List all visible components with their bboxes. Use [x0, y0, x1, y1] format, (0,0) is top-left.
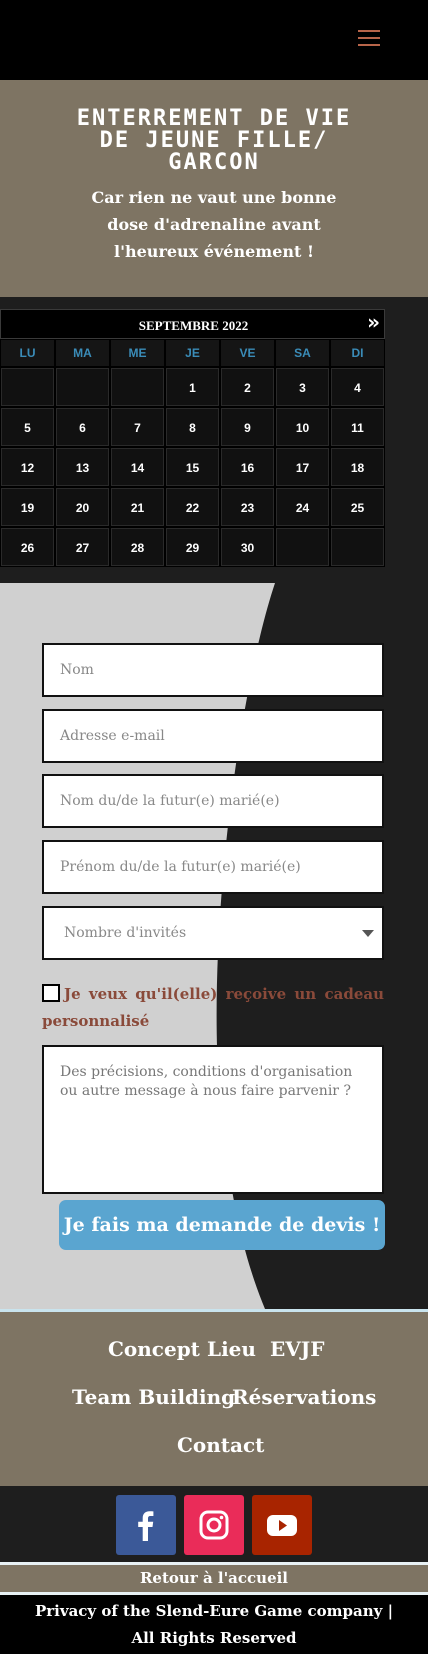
calendar-day[interactable]: 1 [165, 367, 220, 407]
calendar-day[interactable]: 14 [110, 447, 165, 487]
calendar-day[interactable]: 13 [55, 447, 110, 487]
calendar-empty-cell [55, 367, 110, 407]
copyright-line-1: Privacy of the Slend-Eure Game company | [34, 1602, 394, 1620]
calendar-empty-cell [0, 367, 55, 407]
next-month-button[interactable]: » [367, 310, 380, 334]
copyright-footer: Privacy of the Slend-Eure Game company |… [0, 1595, 428, 1654]
footer-nav: Concept Lieu EVJF Team Building Réservat… [0, 1312, 428, 1486]
social-links [0, 1486, 428, 1562]
calendar-day[interactable]: 26 [0, 527, 55, 567]
calendar-day[interactable]: 15 [165, 447, 220, 487]
calendar-day[interactable]: 7 [110, 407, 165, 447]
submit-quote-button[interactable]: Je fais ma demande de devis ! [59, 1200, 385, 1250]
calendar-weekday: ME [110, 339, 165, 367]
calendar-day[interactable]: 11 [330, 407, 385, 447]
calendar-day[interactable]: 17 [275, 447, 330, 487]
back-home-link[interactable]: Retour à l'accueil [0, 1565, 428, 1592]
instagram-button[interactable] [184, 1495, 244, 1555]
calendar-weekday: VE [220, 339, 275, 367]
calendar-day[interactable]: 27 [55, 527, 110, 567]
gift-option: Je veux qu'il(elle) reçoive un cadeau pe… [42, 981, 384, 1035]
facebook-icon [138, 1511, 154, 1541]
calendar-empty-cell [110, 367, 165, 407]
calendar-day[interactable]: 10 [275, 407, 330, 447]
calendar-empty-cell [330, 527, 385, 567]
nav-link-contact[interactable]: Contact [177, 1433, 264, 1457]
calendar-day[interactable]: 6 [55, 407, 110, 447]
hero-banner: Enterrement de vie de jeune fille/ garco… [0, 80, 428, 297]
calendar-weekday: MA [55, 339, 110, 367]
calendar-month-label: SEPTEMBRE 2022 [138, 318, 249, 333]
calendar-day[interactable]: 30 [220, 527, 275, 567]
copyright-line-2: All Rights Reserved [131, 1629, 297, 1647]
calendar-day[interactable]: 9 [220, 407, 275, 447]
calendar-weekday: DI [330, 339, 385, 367]
facebook-button[interactable] [116, 1495, 176, 1555]
calendar-empty-cell [275, 527, 330, 567]
top-header [0, 0, 428, 80]
nav-link-team-building[interactable]: Team Building [72, 1385, 235, 1409]
calendar-day[interactable]: 21 [110, 487, 165, 527]
calendar-day[interactable]: 25 [330, 487, 385, 527]
calendar-weekday: LU [0, 339, 55, 367]
calendar-day[interactable]: 4 [330, 367, 385, 407]
calendar-day[interactable]: 23 [220, 487, 275, 527]
calendar-day[interactable]: 18 [330, 447, 385, 487]
calendar-day[interactable]: 16 [220, 447, 275, 487]
email-input[interactable]: Adresse e-mail [42, 709, 384, 763]
calendar-day[interactable]: 29 [165, 527, 220, 567]
guests-select-value: Nombre d'invités [64, 925, 187, 941]
youtube-icon [267, 1515, 297, 1536]
instagram-icon [199, 1510, 229, 1540]
nav-link-evjf[interactable]: EVJF [270, 1337, 324, 1361]
calendar-day[interactable]: 22 [165, 487, 220, 527]
quote-form-section: Nom Adresse e-mail Nom du/de la futur(e)… [0, 583, 428, 1309]
partner-firstname-input[interactable]: Prénom du/de la futur(e) marié(e) [42, 840, 384, 894]
name-input[interactable]: Nom [42, 643, 384, 697]
gift-checkbox-label: Je veux qu'il(elle) reçoive un cadeau pe… [42, 985, 384, 1030]
hero-subtitle: Car rien ne vaut une bonne dose d'adrena… [91, 188, 337, 261]
calendar-header: SEPTEMBRE 2022 » [0, 309, 385, 339]
hamburger-menu-icon[interactable] [358, 30, 380, 46]
nav-link-reservations[interactable]: Réservations [232, 1385, 376, 1409]
calendar-day[interactable]: 5 [0, 407, 55, 447]
chevron-down-icon [362, 930, 374, 937]
calendar-day[interactable]: 3 [275, 367, 330, 407]
nav-link-lieu[interactable]: Lieu [207, 1337, 256, 1361]
calendar-grid: LU MA ME JE VE SA DI 1 2 3 4 5 6 7 8 9 10 11 12 13 14 15 16 17 1… [0, 339, 385, 567]
page-title: Enterrement de vie de jeune fille/ garco… [76, 106, 352, 175]
calendar-day[interactable]: 12 [0, 447, 55, 487]
guests-select[interactable]: Nombre d'invités [42, 906, 384, 960]
calendar-day[interactable]: 20 [55, 487, 110, 527]
calendar-weekday: JE [165, 339, 220, 367]
message-textarea[interactable]: Des précisions, conditions d'organisatio… [42, 1045, 384, 1194]
calendar-day[interactable]: 28 [110, 527, 165, 567]
partner-name-input[interactable]: Nom du/de la futur(e) marié(e) [42, 774, 384, 828]
youtube-button[interactable] [252, 1495, 312, 1555]
calendar-day[interactable]: 19 [0, 487, 55, 527]
calendar-day[interactable]: 2 [220, 367, 275, 407]
nav-link-concept[interactable]: Concept [108, 1337, 200, 1361]
gift-checkbox[interactable] [42, 984, 60, 1002]
calendar-day[interactable]: 24 [275, 487, 330, 527]
calendar-weekday: SA [275, 339, 330, 367]
calendar-day[interactable]: 8 [165, 407, 220, 447]
calendar: SEPTEMBRE 2022 » LU MA ME JE VE SA DI 1 2 3 4 5 6 7 8 9… [0, 309, 385, 567]
